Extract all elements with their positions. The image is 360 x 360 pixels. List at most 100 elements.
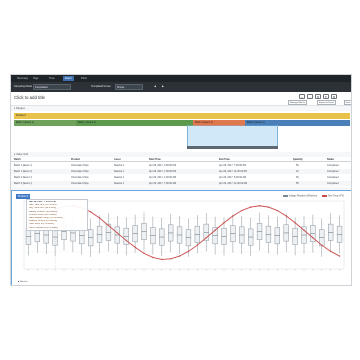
series-point <box>232 215 234 217</box>
table-cell: Reactor 1 <box>114 182 125 185</box>
table-cell: Apr 28, 2017, 11:00:00 PM <box>219 170 248 173</box>
column-header[interactable]: Product <box>71 157 80 162</box>
chart-legend: Voltage Readers (Whiskers) Sine Temp (PV… <box>279 195 344 197</box>
range-scrollbar[interactable] <box>187 146 278 149</box>
nav-tab[interactable]: Time <box>47 76 57 81</box>
range-area: Product A Batch 1 (Event 1) Batch 1 (Eve… <box>11 111 351 152</box>
table-cell: Chocolate Chips <box>71 182 89 185</box>
table-cell: Apr 28, 2017, 7:00:00 PM <box>149 170 177 173</box>
title-row: Click to add title + − ✥ ↻ ⚙ Manage Bloc… <box>11 92 351 106</box>
legend-item[interactable]: Sine Temp (PV) <box>328 195 344 197</box>
table-cell: Completed <box>327 164 339 167</box>
nav-tab[interactable]: Tags <box>31 76 40 81</box>
refresh-icon[interactable]: ↻ <box>323 94 329 99</box>
settings-icon[interactable]: ⚙ <box>331 94 337 99</box>
legend-item[interactable]: Voltage Readers (Whiskers) <box>289 195 318 197</box>
table-cell: Completed <box>327 170 339 173</box>
table-cell: Chocolate Chips <box>71 170 89 173</box>
sampling-mode-label: Sampling Mode <box>14 85 33 88</box>
nav-tab[interactable]: Event <box>63 76 74 81</box>
series-point <box>241 209 243 212</box>
pan-icon[interactable]: ✥ <box>315 94 321 99</box>
table-cell: Batch 2 (Event 1) <box>14 176 33 179</box>
table-cell: Batch 1 (Event 2) <box>14 170 33 173</box>
series-point <box>196 244 199 246</box>
series-point <box>125 239 127 242</box>
series-point <box>223 222 225 224</box>
table-row[interactable]: Batch 2 (Event 1) Chocolate Chips Reacto… <box>11 175 351 180</box>
series-point <box>285 215 287 217</box>
range-bar[interactable]: Product A <box>14 113 350 119</box>
table-header-row: Batch Product Asset Start Time End Time … <box>11 157 351 162</box>
table-cell: Completed <box>327 182 339 185</box>
app-window: Summary Tags Time Event Plots Sampling Mode … <box>10 74 352 286</box>
series-point <box>329 250 332 253</box>
legend-swatch <box>282 195 288 197</box>
series-point <box>276 209 279 212</box>
export-button[interactable]: Export to Excel <box>317 100 336 105</box>
table-row[interactable]: Batch 1 (Event 1) Chocolate Chips Reacto… <box>11 163 351 168</box>
zoom-in-icon[interactable]: + <box>299 94 305 99</box>
table-cell: Reactor 1 <box>114 164 125 167</box>
column-header[interactable]: Quantity <box>293 157 303 162</box>
table-cell: Chocolate Chips <box>71 164 89 167</box>
table-cell: Apr 29, 2017, 1:00:00 AM <box>149 176 177 179</box>
table-cell: 55 <box>296 182 299 185</box>
data-table: Batch Product Asset Start Time End Time … <box>11 157 351 187</box>
nav-tab[interactable]: Summary <box>15 76 30 81</box>
series-point <box>205 237 207 239</box>
series-point <box>294 222 296 224</box>
series-point <box>116 232 119 234</box>
series-point <box>161 258 163 261</box>
prev-icon[interactable]: ◀ <box>153 84 157 90</box>
value-grid-label: Value Grid <box>16 153 29 156</box>
filter-bar: Sampling Mode Interpolated Template/Form… <box>11 82 351 92</box>
template-select[interactable]: Simple <box>115 84 143 90</box>
range-bar[interactable]: Batch 1 (Event 1) <box>14 120 76 126</box>
tooltip-line: Tank Pressure B (PHI/Wolu) <box>29 226 58 229</box>
legend-swatch <box>321 195 327 197</box>
nav-tab[interactable]: Plots <box>79 76 89 81</box>
table-cell: 60 <box>296 176 299 179</box>
bottom-legend-label: Batches <box>19 281 28 283</box>
table-cell: Apr 29, 2017, 7:00:00 AM <box>149 182 177 185</box>
series-point <box>267 206 270 208</box>
series-point <box>303 229 305 231</box>
series-point <box>143 252 145 255</box>
bottom-legend: ■ Batches <box>18 281 28 283</box>
table-cell: Chocolate Chips <box>71 176 89 179</box>
column-header[interactable]: Start Time <box>149 157 161 162</box>
series-point <box>338 255 341 257</box>
table-cell: 50 <box>296 164 299 167</box>
column-header[interactable]: Asset <box>114 157 121 162</box>
series-point <box>178 255 181 257</box>
template-label: Template/Format <box>91 85 111 88</box>
zoom-out-icon[interactable]: − <box>307 94 313 99</box>
sampling-mode-select[interactable]: Interpolated <box>33 84 71 90</box>
series-point <box>98 217 101 219</box>
series-point <box>107 224 110 227</box>
range-bar[interactable]: Batch 1 (Event 2) <box>76 120 193 126</box>
series-point <box>249 206 252 208</box>
table-row[interactable]: Batch 3 (Event 1) Chocolate Chips Reacto… <box>11 181 351 186</box>
table-cell: Batch 1 (Event 1) <box>14 164 33 167</box>
manage-blocks-button[interactable]: Manage Blocks <box>288 100 307 105</box>
column-header[interactable]: End Time <box>219 157 230 162</box>
series-point <box>152 256 154 259</box>
table-cell: Reactor 2 <box>114 176 125 179</box>
table-cell: Completed <box>327 176 339 179</box>
ranges-label: Ranges <box>16 107 25 110</box>
table-cell: Batch 3 (Event 1) <box>14 182 33 185</box>
table-cell: Apr 28, 2017, 3:00:00 PM <box>149 164 177 167</box>
column-header[interactable]: Batch <box>14 157 21 162</box>
table-cell: Apr 28, 2017, 7:00:00 PM <box>219 164 247 167</box>
next-icon[interactable]: ▶ <box>161 84 165 90</box>
top-nav: Summary Tags Time Event Plots <box>11 75 351 82</box>
save-button[interactable]: Save <box>344 100 351 105</box>
chart-panel: Product A Voltage Readers (Whiskers) Sin… <box>11 190 351 285</box>
series-point <box>258 205 261 207</box>
table-row[interactable]: Batch 1 (Event 2) Chocolate Chips Reacto… <box>11 169 351 174</box>
table-cell: Apr 29, 2017, 11:00:00 AM <box>219 182 248 185</box>
page-title[interactable]: Click to add title <box>14 95 45 100</box>
column-header[interactable]: Status <box>327 157 334 162</box>
